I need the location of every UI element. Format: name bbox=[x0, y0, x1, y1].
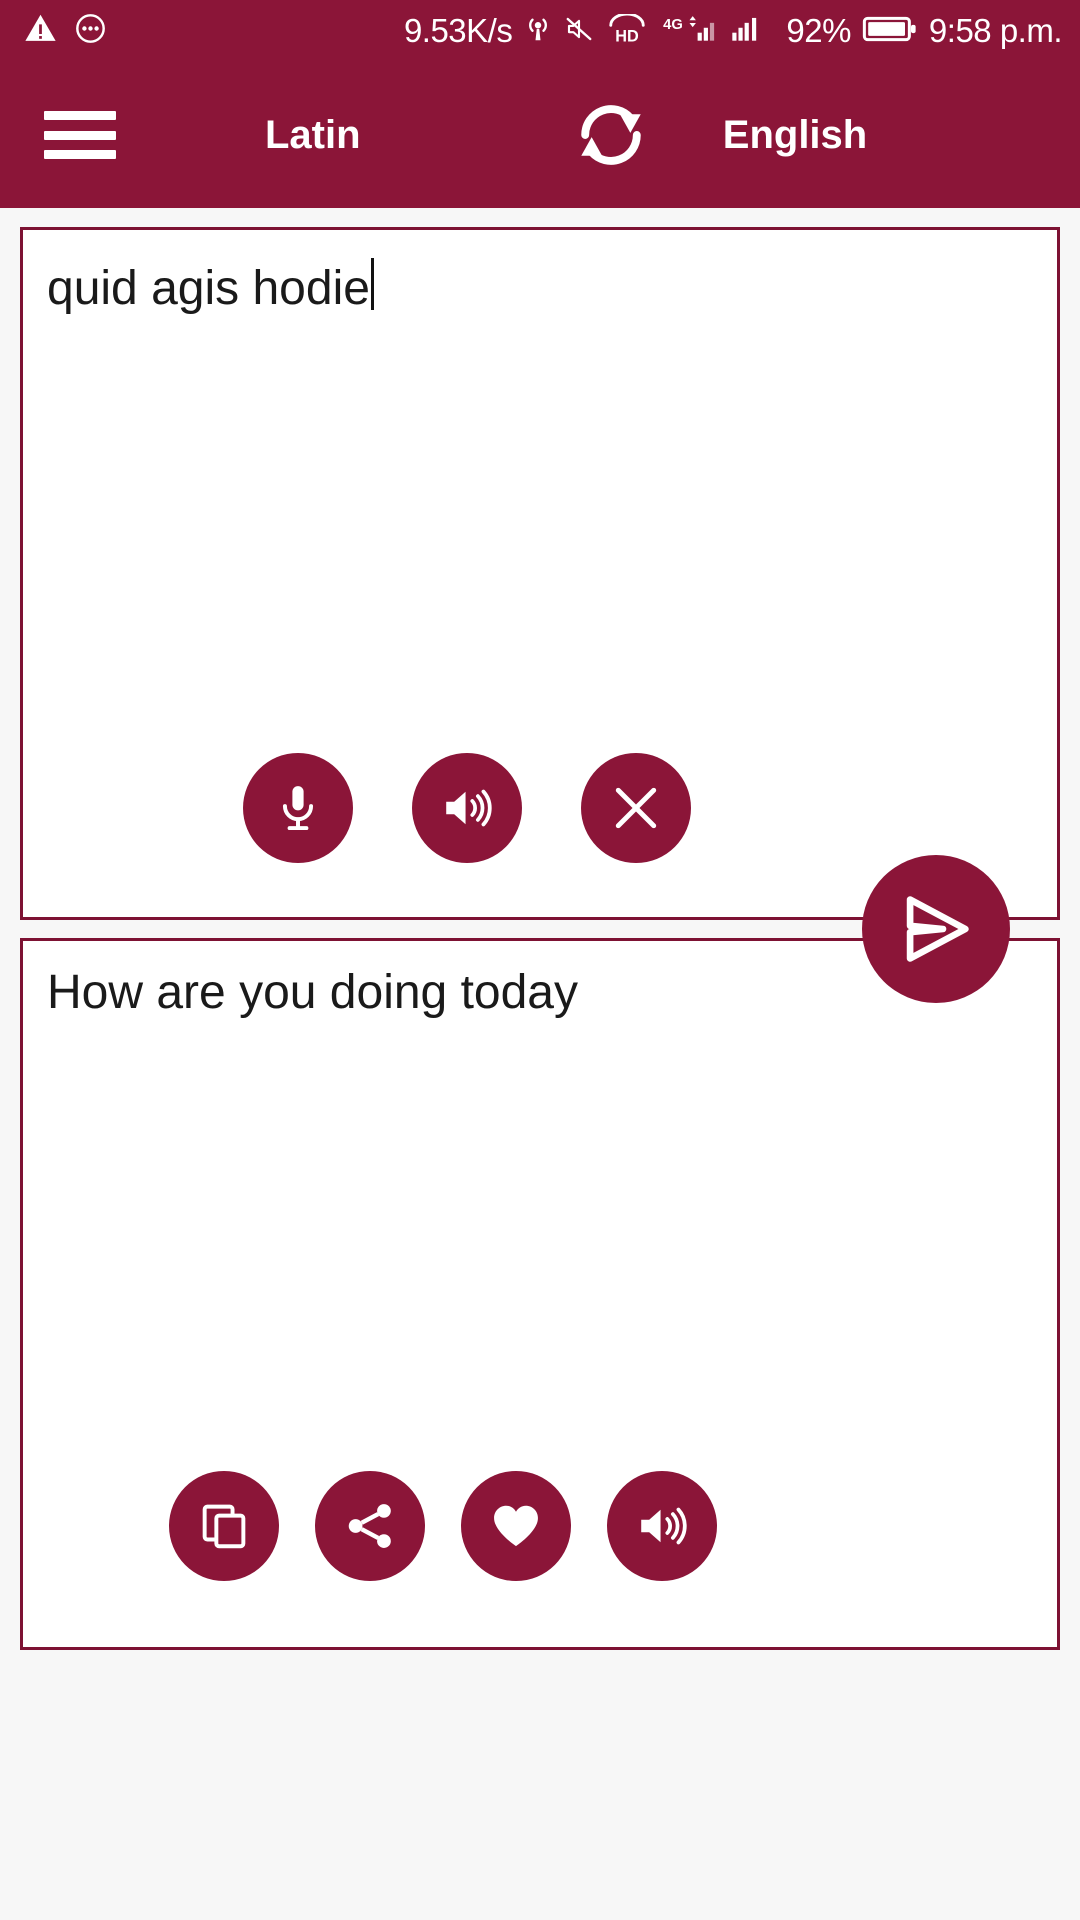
clear-button[interactable] bbox=[581, 753, 691, 863]
ellipsis-circle-icon bbox=[75, 13, 106, 49]
battery-percent-label: 92% bbox=[786, 12, 851, 49]
swap-languages-icon[interactable] bbox=[567, 91, 655, 179]
svg-text:4G: 4G bbox=[664, 17, 684, 33]
hd-icon: HD bbox=[605, 12, 649, 49]
source-text-value: quid agis hodie bbox=[47, 262, 370, 315]
speak-target-button[interactable] bbox=[607, 1471, 717, 1581]
status-bar: 9.53K/s HD 4G 92% 9:58 p.m. bbox=[0, 0, 1080, 62]
warning-triangle-icon bbox=[24, 12, 57, 50]
app-header: Latin English bbox=[0, 62, 1080, 208]
source-text-card[interactable]: quid agis hodie bbox=[20, 227, 1060, 920]
source-language-selector[interactable]: Latin bbox=[265, 113, 361, 158]
signal-bars-icon bbox=[729, 13, 775, 50]
text-caret bbox=[370, 258, 374, 310]
status-bar-right-area: 9.53K/s HD 4G 92% 9:58 p.m. bbox=[403, 12, 1063, 50]
menu-bar-2 bbox=[44, 130, 116, 140]
target-language-selector[interactable]: English bbox=[723, 113, 867, 158]
mute-icon bbox=[564, 14, 594, 49]
share-button[interactable] bbox=[315, 1471, 425, 1581]
translation-result-card[interactable]: How are you doing today bbox=[20, 938, 1060, 1650]
svg-text:HD: HD bbox=[616, 27, 640, 44]
microphone-button[interactable] bbox=[243, 753, 353, 863]
menu-bar-3 bbox=[44, 150, 116, 159]
speak-source-button[interactable] bbox=[412, 753, 522, 863]
menu-bar-1 bbox=[44, 111, 116, 120]
hotspot-icon bbox=[523, 14, 553, 49]
battery-icon bbox=[862, 14, 918, 49]
hamburger-menu-icon[interactable] bbox=[44, 104, 116, 166]
copy-button[interactable] bbox=[169, 1471, 279, 1581]
translation-actions-row bbox=[23, 1471, 1057, 1581]
source-text-input[interactable]: quid agis hodie bbox=[47, 252, 1033, 319]
network-speed-label: 9.53K/s bbox=[403, 12, 513, 49]
source-actions-row bbox=[23, 753, 1057, 863]
status-bar-left-icons bbox=[24, 12, 106, 50]
send-translate-button[interactable] bbox=[862, 855, 1010, 1003]
signal-4g-icon: 4G bbox=[660, 13, 718, 50]
clock-label: 9:58 p.m. bbox=[928, 12, 1063, 49]
favorite-button[interactable] bbox=[461, 1471, 571, 1581]
